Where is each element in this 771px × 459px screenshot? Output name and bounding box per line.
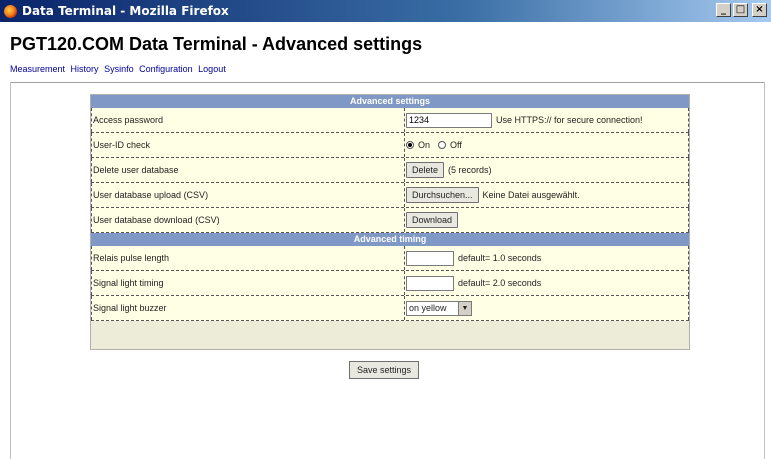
chevron-down-icon: ▼ — [458, 301, 471, 315]
signal-light-default: default= 2.0 seconds — [458, 278, 542, 288]
row-relais-pulse: Relais pulse length default= 1.0 seconds — [91, 246, 689, 271]
browse-button[interactable]: Durchsuchen... — [406, 187, 479, 203]
minimize-icon[interactable]: _ — [716, 3, 731, 17]
download-button[interactable]: Download — [406, 212, 459, 228]
cell-relais-pulse: default= 1.0 seconds — [405, 246, 689, 270]
row-access-password: Access password Use HTTPS:// for secure … — [91, 108, 689, 133]
password-hint: Use HTTPS:// for secure connection! — [496, 115, 643, 125]
close-icon[interactable]: × — [752, 3, 767, 17]
section-header-advanced-timing: Advanced timing — [91, 233, 689, 246]
row-signal-buzzer: Signal light buzzer on yellow ▼ — [91, 296, 689, 321]
label-user-id-check: User-ID check — [91, 133, 405, 157]
divider — [10, 82, 765, 83]
records-count: (5 records) — [448, 165, 492, 175]
buzzer-select[interactable]: on yellow ▼ — [406, 300, 472, 316]
window-titlebar: Data Terminal - Mozilla Firefox _ □ × — [0, 0, 771, 22]
row-user-db-download: User database download (CSV) Download — [91, 208, 689, 233]
label-access-password: Access password — [91, 108, 405, 132]
firefox-icon — [4, 4, 17, 18]
cell-user-db-upload: Durchsuchen... Keine Datei ausgewählt. — [405, 183, 689, 207]
radio-off[interactable] — [438, 141, 447, 149]
frame-border-right — [764, 82, 765, 459]
cell-user-id-check: On Off — [405, 133, 689, 157]
radio-off-label: Off — [450, 140, 462, 150]
label-delete-user-db: Delete user database — [91, 158, 405, 182]
nav-link-history[interactable]: History — [71, 64, 99, 74]
cell-user-db-download: Download — [405, 208, 689, 232]
cell-delete-user-db: Delete (5 records) — [405, 158, 689, 182]
save-settings-button[interactable]: Save settings — [349, 361, 420, 379]
row-user-id-check: User-ID check On Off — [91, 133, 689, 158]
label-relais-pulse: Relais pulse length — [91, 246, 405, 270]
window-title: Data Terminal - Mozilla Firefox — [22, 4, 229, 18]
nav-link-configuration[interactable]: Configuration — [139, 64, 193, 74]
page-content: PGT120.COM Data Terminal - Advanced sett… — [0, 22, 771, 459]
label-user-db-download: User database download (CSV) — [91, 208, 405, 232]
label-signal-light: Signal light timing — [91, 271, 405, 295]
signal-light-input[interactable] — [406, 275, 454, 291]
row-signal-light: Signal light timing default= 2.0 seconds — [91, 271, 689, 296]
maximize-icon[interactable]: □ — [733, 3, 748, 17]
label-user-db-upload: User database upload (CSV) — [91, 183, 405, 207]
file-status: Keine Datei ausgewählt. — [482, 190, 580, 200]
relais-pulse-default: default= 1.0 seconds — [458, 253, 542, 263]
nav-link-logout[interactable]: Logout — [198, 64, 226, 74]
row-user-db-upload: User database upload (CSV) Durchsuchen..… — [91, 183, 689, 208]
relais-pulse-input[interactable] — [406, 250, 454, 266]
section-header-advanced-settings: Advanced settings — [91, 95, 689, 108]
settings-panel: Advanced settings Access password Use HT… — [90, 94, 690, 350]
nav-link-sysinfo[interactable]: Sysinfo — [104, 64, 134, 74]
nav-link-measurement[interactable]: Measurement — [10, 64, 65, 74]
page-title: PGT120.COM Data Terminal - Advanced sett… — [10, 34, 423, 54]
password-input[interactable] — [406, 112, 492, 128]
cell-signal-buzzer: on yellow ▼ — [405, 296, 689, 320]
cell-signal-light: default= 2.0 seconds — [405, 271, 689, 295]
delete-button[interactable]: Delete — [406, 162, 445, 178]
row-delete-user-db: Delete user database Delete (5 records) — [91, 158, 689, 183]
radio-on[interactable] — [406, 141, 414, 149]
window-controls: _ □ × — [716, 3, 767, 17]
buzzer-select-value: on yellow — [409, 303, 447, 313]
radio-on-label: On — [418, 140, 431, 150]
label-signal-buzzer: Signal light buzzer — [91, 296, 405, 320]
cell-access-password: Use HTTPS:// for secure connection! — [405, 108, 689, 132]
nav-bar: Measurement History Sysinfo Configuratio… — [10, 64, 229, 74]
frame-border-left — [10, 82, 11, 459]
